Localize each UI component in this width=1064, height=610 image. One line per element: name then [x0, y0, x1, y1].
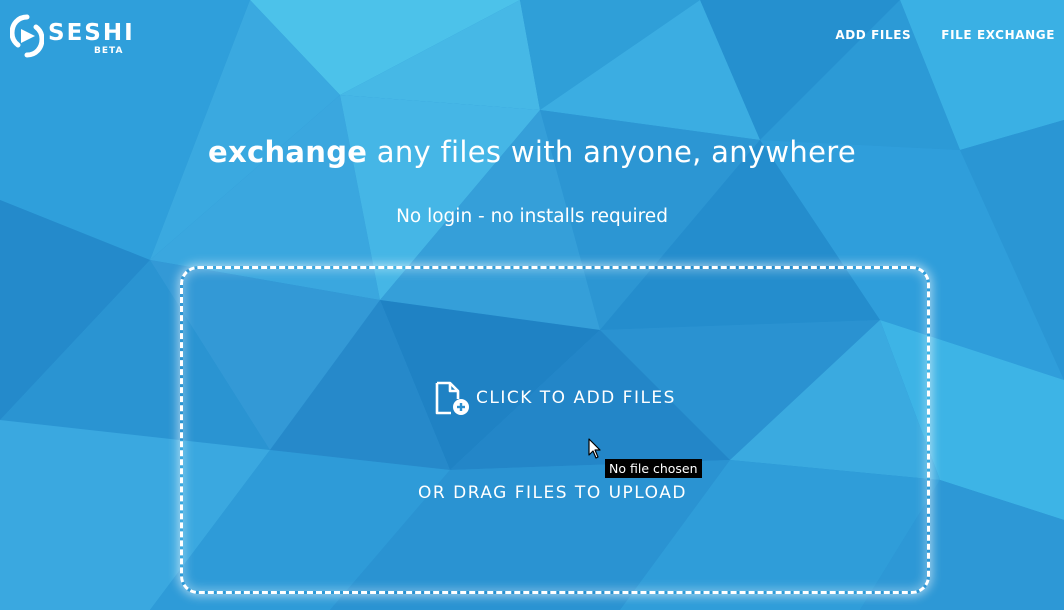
file-dropzone[interactable] [180, 266, 930, 594]
hero-subline: No login - no installs required [396, 206, 668, 227]
top-nav: ADD FILES FILE EXCHANGE [835, 27, 1055, 43]
nav-add-files[interactable]: ADD FILES [835, 27, 911, 43]
play-arc-logo-icon [10, 14, 44, 58]
file-add-icon [433, 380, 471, 416]
seshi-logo[interactable]: SESHI BETA [10, 14, 140, 60]
add-files-label: CLICK TO ADD FILES [476, 388, 676, 408]
hero-headline: exchange any files with anyone, anywhere [0, 132, 1064, 172]
brand-name: SESHI [48, 20, 135, 46]
nav-file-exchange[interactable]: FILE EXCHANGE [941, 27, 1055, 43]
headline-rest: any files with anyone, anywhere [367, 135, 856, 169]
beta-badge: BETA [94, 46, 124, 56]
mouse-pointer-icon [588, 438, 601, 459]
drag-files-label: OR DRAG FILES TO UPLOAD [418, 483, 687, 503]
headline-bold-word: exchange [208, 135, 368, 169]
file-input-tooltip: No file chosen [605, 459, 702, 478]
add-files-button[interactable]: CLICK TO ADD FILES [433, 380, 676, 416]
seshi-page: SESHI BETA ADD FILES FILE EXCHANGE excha… [0, 0, 1064, 610]
